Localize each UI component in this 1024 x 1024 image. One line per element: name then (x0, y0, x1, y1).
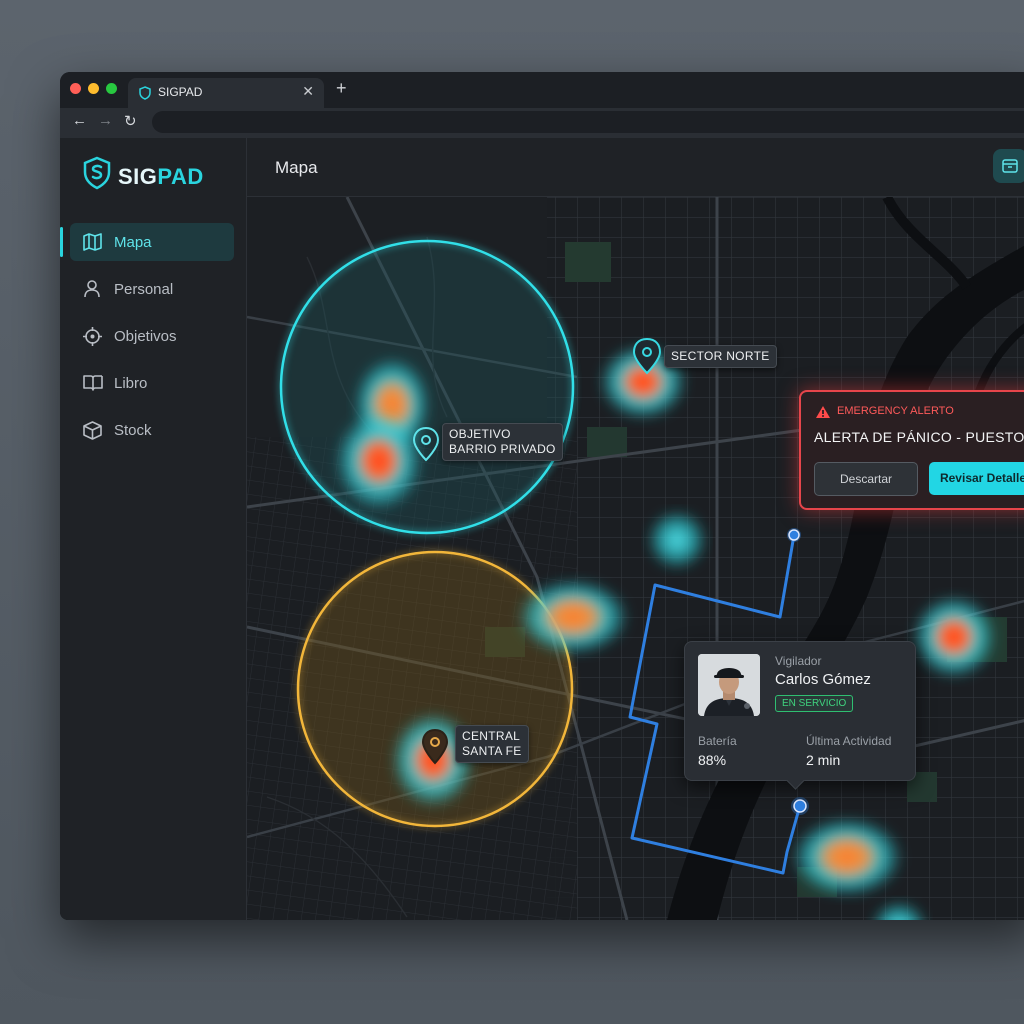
minimize-window-dot[interactable] (88, 83, 99, 94)
battery-value: 88% (698, 752, 727, 768)
last-activity-value: 2 min (806, 752, 841, 768)
sidebar-item-label: Libro (114, 375, 148, 392)
archive-icon (1002, 159, 1018, 173)
address-bar[interactable] (152, 111, 1024, 133)
guard-name: Carlos Gómez (775, 671, 871, 688)
sidebar-item-label: Mapa (114, 234, 152, 251)
sidebar-item-label: Stock (114, 422, 152, 439)
map-label-central: CENTRAL SANTA FE (455, 725, 529, 763)
last-activity-label: Última Actividad (806, 734, 892, 748)
avatar (698, 654, 760, 716)
map-icon (83, 233, 102, 251)
shield-logo-icon (83, 156, 111, 190)
new-tab-button[interactable]: + (336, 78, 347, 99)
box-icon (83, 421, 102, 440)
guard-portrait (698, 654, 760, 716)
target-icon (83, 327, 102, 346)
alert-message: ALERTA DE PÁNICO - PUESTO 4 (814, 429, 1024, 445)
guard-info-card: Vigilador Carlos Gómez EN SERVICIO Bater… (684, 641, 916, 781)
tab-title: SIGPAD (158, 85, 203, 99)
warning-icon (816, 406, 830, 418)
dismiss-button[interactable]: Descartar (814, 462, 918, 496)
shield-icon (139, 86, 151, 100)
browser-tab-bar: SIGPAD ✕ + (60, 72, 1024, 108)
review-details-button[interactable]: Revisar Detalle (929, 462, 1024, 495)
person-icon (84, 280, 100, 298)
sidebar-item-objetivos[interactable]: Objetivos (70, 317, 234, 355)
status-badge: EN SERVICIO (775, 695, 854, 712)
map-label-line: SANTA FE (462, 744, 522, 758)
map-label-text: SECTOR NORTE (671, 349, 770, 363)
sidebar: SIGPAD Mapa Personal Objetivos Libro Sto… (60, 138, 247, 920)
browser-tab[interactable]: SIGPAD ✕ (128, 78, 324, 108)
sidebar-item-personal[interactable]: Personal (70, 270, 234, 308)
browser-window: SIGPAD ✕ + ← → ↻ SIGPAD Mapa Personal Ob… (60, 72, 1024, 920)
battery-label: Batería (698, 734, 737, 748)
browser-toolbar: ← → ↻ (60, 108, 1024, 138)
sidebar-item-label: Objetivos (114, 328, 177, 345)
forward-arrow-icon[interactable]: → (98, 112, 113, 129)
tab-close-icon[interactable]: ✕ (302, 83, 314, 100)
brand-name-part2: PAD (157, 164, 204, 189)
map-label-line: BARRIO PRIVADO (449, 442, 556, 456)
page-title: Mapa (275, 158, 318, 177)
archive-button[interactable] (993, 149, 1024, 183)
map-label-line: OBJETIVO (449, 427, 511, 441)
back-arrow-icon[interactable]: ← (72, 112, 87, 129)
city-map (247, 197, 1024, 920)
close-window-dot[interactable] (70, 83, 81, 94)
map-label-sector-norte: SECTOR NORTE (664, 345, 777, 368)
reload-icon[interactable]: ↻ (124, 112, 137, 130)
guard-role: Vigilador (775, 654, 822, 668)
map-area[interactable]: SECTOR NORTE OBJETIVO BARRIO PRIVADO CEN… (247, 197, 1024, 920)
alert-type-label: EMERGENCY ALERTO (837, 405, 954, 417)
book-icon (83, 375, 103, 391)
emergency-alert-popup: EMERGENCY ALERTO ✕ ALERTA DE PÁNICO - PU… (799, 390, 1024, 510)
brand-name: SIGPAD (118, 164, 204, 190)
map-label-objetivo: OBJETIVO BARRIO PRIVADO (442, 423, 563, 461)
sidebar-item-libro[interactable]: Libro (70, 364, 234, 402)
brand-name-part1: SIG (118, 164, 158, 189)
map-label-line: CENTRAL (462, 729, 521, 743)
top-header: Mapa (247, 138, 1024, 197)
sidebar-item-mapa[interactable]: Mapa (60, 223, 234, 261)
sidebar-item-stock[interactable]: Stock (70, 411, 234, 449)
sidebar-item-label: Personal (114, 281, 174, 298)
maximize-window-dot[interactable] (106, 83, 117, 94)
